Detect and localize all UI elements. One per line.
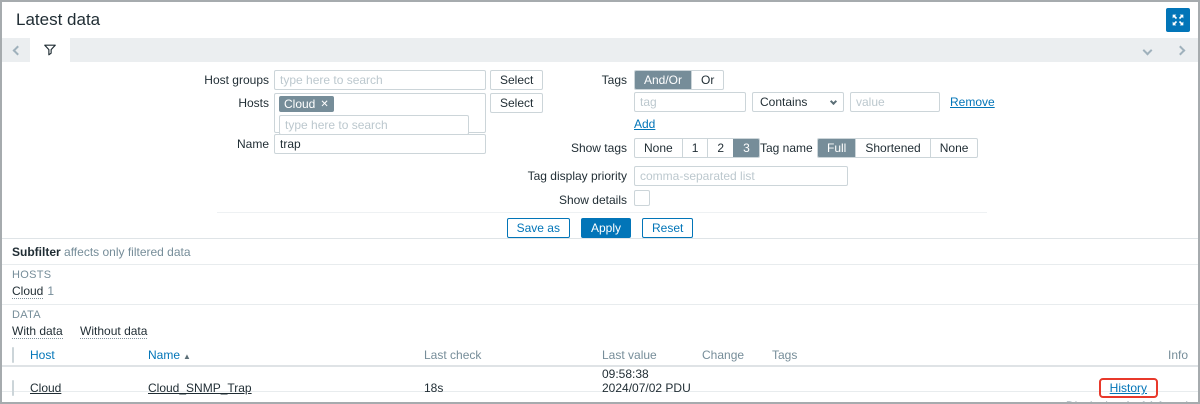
latest-data-page: Latest data	[0, 0, 1200, 404]
subfilter-with-data-link[interactable]: With data	[12, 324, 63, 339]
hosts-input[interactable]	[279, 115, 469, 135]
page-title: Latest data	[16, 10, 100, 30]
filter-tab[interactable]	[30, 38, 70, 62]
subfilter-title: Subfilter	[12, 245, 61, 259]
show-tags-none[interactable]: None	[635, 139, 682, 157]
name-label: Name	[142, 137, 269, 151]
filter-collapse-icon[interactable]	[1143, 45, 1153, 55]
latest-data-table: Host Name▲ Last check Last value Change …	[2, 344, 1198, 404]
chevron-down-icon	[830, 97, 837, 104]
column-header-last-value: Last value	[602, 348, 702, 362]
subfilter-data-block: DATA With data Without data	[2, 305, 1198, 344]
show-tags-2[interactable]: 2	[707, 139, 733, 157]
subfilter-hosts-header: HOSTS	[12, 269, 1188, 281]
host-chip-remove-icon[interactable]: ✕	[320, 99, 328, 110]
tag-name-input[interactable]	[634, 92, 746, 112]
tag-value-input[interactable]	[850, 92, 940, 112]
host-chip: Cloud ✕	[279, 96, 334, 112]
tag-name-full[interactable]: Full	[818, 139, 855, 157]
show-details-checkbox[interactable]	[634, 190, 650, 206]
row-host-link[interactable]: Cloud	[30, 381, 61, 395]
subfilter-host-cloud-link[interactable]: Cloud	[12, 284, 43, 299]
tag-condition-select[interactable]: Contains	[752, 92, 844, 112]
hosts-multiselect[interactable]: Cloud ✕	[274, 93, 486, 133]
show-tags-3[interactable]: 3	[733, 139, 759, 157]
tag-condition-value: Contains	[760, 95, 807, 109]
table-header-row: Host Name▲ Last check Last value Change …	[2, 344, 1198, 367]
host-groups-label: Host groups	[142, 73, 269, 87]
kiosk-mode-icon	[1170, 12, 1186, 28]
subfilter-host-count: 1	[47, 284, 54, 298]
show-details-label: Show details	[442, 193, 627, 207]
table-row: Cloud Cloud_SNMP_Trap 18s 09:58:38 2024/…	[2, 367, 1198, 392]
tabs-scroll-right-icon[interactable]	[1176, 45, 1186, 55]
page-header: Latest data	[2, 2, 1198, 38]
save-as-button[interactable]: Save as	[507, 218, 570, 238]
filter-funnel-icon	[43, 43, 57, 57]
tags-label: Tags	[542, 73, 627, 87]
subfilter-without-data-link[interactable]: Without data	[80, 324, 147, 339]
hosts-select-button[interactable]: Select	[490, 93, 543, 113]
tag-display-priority-label: Tag display priority	[442, 169, 627, 183]
column-header-change: Change	[702, 348, 772, 362]
column-header-name[interactable]: Name	[148, 348, 180, 362]
column-header-host[interactable]: Host	[30, 348, 55, 362]
subfilter-hosts-block: HOSTS Cloud 1	[2, 265, 1198, 305]
filter-form: Host groups Select Hosts Cloud ✕ Select …	[2, 62, 1198, 238]
sort-ascending-icon: ▲	[183, 352, 191, 361]
column-header-tags: Tags	[772, 348, 1072, 362]
subfilter-header: Subfilter affects only filtered data	[2, 239, 1198, 265]
apply-button[interactable]: Apply	[581, 218, 631, 238]
tabs-scroll-left-icon[interactable]	[13, 45, 23, 55]
tag-name-none[interactable]: None	[930, 139, 978, 157]
subfilter-section: Subfilter affects only filtered data HOS…	[2, 238, 1198, 344]
row-last-value: 09:58:38 2024/07/02 PDU ...	[602, 367, 702, 404]
history-link[interactable]: History	[1110, 381, 1147, 395]
tags-operator-andor[interactable]: And/Or	[635, 71, 691, 89]
tag-name-shortened[interactable]: Shortened	[855, 139, 929, 157]
column-header-info: Info	[1158, 348, 1198, 362]
tags-operator-segmented: And/Or Or	[634, 70, 724, 90]
reset-button[interactable]: Reset	[642, 218, 693, 238]
tag-remove-link[interactable]: Remove	[950, 95, 995, 109]
tag-name-segmented: Full Shortened None	[817, 138, 978, 158]
row-checkbox[interactable]	[12, 380, 14, 396]
tag-add-link[interactable]: Add	[634, 117, 655, 131]
filter-buttons: Save as Apply Reset	[2, 218, 1198, 238]
select-all-checkbox[interactable]	[12, 347, 14, 363]
row-item-name-link[interactable]: Cloud_SNMP_Trap	[148, 381, 252, 395]
host-groups-input[interactable]	[274, 70, 486, 90]
show-tags-1[interactable]: 1	[682, 139, 708, 157]
subfilter-data-header: DATA	[12, 309, 1188, 321]
tag-display-priority-input[interactable]	[634, 166, 848, 186]
show-tags-label: Show tags	[442, 141, 627, 155]
column-header-last-check: Last check	[424, 348, 602, 362]
tags-operator-or[interactable]: Or	[691, 71, 723, 89]
row-last-check: 18s	[424, 381, 602, 395]
filter-tab-strip	[2, 38, 1198, 62]
host-chip-label: Cloud	[284, 97, 315, 111]
tag-name-mode-label: Tag name	[760, 141, 813, 155]
subfilter-subtitle: affects only filtered data	[64, 245, 191, 259]
filter-divider	[217, 212, 987, 213]
host-groups-select-button[interactable]: Select	[490, 70, 543, 90]
annotation-highlight-box: History	[1099, 378, 1158, 398]
hosts-label: Hosts	[142, 96, 269, 110]
show-tags-segmented: None 1 2 3	[634, 138, 760, 158]
kiosk-mode-button[interactable]	[1166, 8, 1190, 32]
